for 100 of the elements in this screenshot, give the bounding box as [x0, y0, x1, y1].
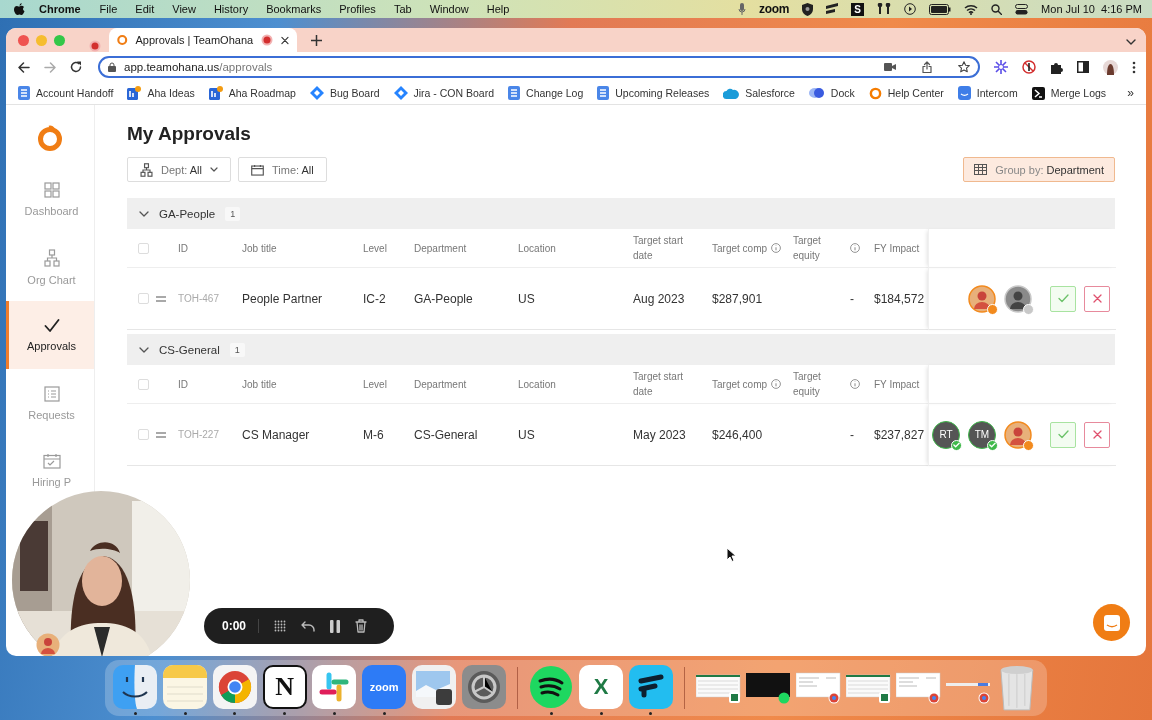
table-cell: People Partner — [242, 291, 323, 306]
app-menu[interactable]: Chrome — [25, 3, 91, 15]
undo-icon[interactable] — [301, 620, 316, 632]
list-icon — [43, 385, 60, 402]
recording-icon[interactable] — [89, 40, 101, 52]
window-thumbnail[interactable] — [696, 671, 743, 705]
app-status-icon[interactable]: S — [851, 2, 865, 16]
filter-button[interactable]: Dept: All — [127, 157, 231, 182]
bookmark[interactable]: Aha Ideas — [127, 86, 195, 100]
trash-icon[interactable] — [355, 619, 368, 633]
window-thumbnail[interactable] — [846, 671, 893, 705]
window-thumbnail[interactable] — [796, 671, 843, 705]
table-cell: - — [850, 427, 854, 442]
puzzle-icon[interactable] — [1050, 60, 1063, 74]
recording-time: 0:00 — [222, 619, 260, 633]
menu-item[interactable]: File — [90, 3, 127, 15]
arrow-app-icon[interactable] — [628, 665, 673, 709]
browser-tab[interactable]: Approvals | TeamOhana — [109, 28, 297, 52]
column-header: Department — [414, 377, 467, 392]
bookmark[interactable]: Dock — [808, 87, 855, 99]
control-center-icon[interactable] — [1015, 3, 1029, 15]
sidebar-item[interactable]: Approvals — [6, 301, 94, 369]
avatar-icon — [1004, 420, 1032, 449]
slack-icon[interactable] — [312, 665, 357, 709]
back-icon[interactable] — [18, 61, 30, 73]
menu-item[interactable]: History — [204, 3, 258, 15]
bookmark[interactable]: Help Center — [868, 86, 944, 100]
notion-icon[interactable]: N — [262, 665, 307, 709]
bookmark[interactable]: Account Handoff — [18, 86, 114, 100]
blocked-icon[interactable] — [1022, 60, 1036, 74]
column-header: Target start date — [633, 234, 685, 263]
table-cell: $184,572 — [874, 291, 925, 306]
starburst-icon[interactable] — [994, 60, 1008, 74]
new-tab-icon[interactable] — [311, 34, 322, 46]
menu-item[interactable]: Tab — [384, 3, 421, 15]
battery-icon[interactable] — [929, 3, 952, 15]
search-icon[interactable] — [991, 3, 1003, 15]
bookmark[interactable]: Intercom — [957, 86, 1018, 100]
microphone-icon[interactable] — [737, 3, 746, 15]
bookmark[interactable]: Bug Board — [309, 86, 380, 100]
bookmark[interactable]: Salesforce — [723, 87, 795, 99]
earbuds-icon[interactable] — [877, 3, 892, 15]
info-icon — [771, 243, 782, 253]
zoom-app-icon[interactable]: zoom — [362, 665, 407, 709]
menu-item[interactable]: Profiles — [330, 3, 385, 15]
drag-handle-icon[interactable] — [156, 295, 166, 302]
menu-item[interactable]: Bookmarks — [257, 3, 331, 15]
group-by-button[interactable]: Group by: Department — [963, 157, 1115, 182]
settings-icon[interactable] — [461, 665, 506, 709]
more-menu-icon[interactable] — [1132, 60, 1136, 74]
spotify-icon[interactable] — [529, 665, 574, 709]
drag-handle-icon[interactable] — [156, 431, 166, 438]
reload-icon[interactable] — [70, 61, 82, 73]
finder-icon[interactable] — [113, 665, 158, 709]
reject-button[interactable] — [1084, 421, 1110, 448]
chat-button[interactable] — [1093, 604, 1130, 641]
menu-item[interactable]: Window — [420, 3, 478, 15]
side-panel-icon[interactable] — [1077, 61, 1089, 73]
shield-icon[interactable] — [802, 2, 814, 16]
zoom-menu-item[interactable]: zoom — [758, 2, 790, 16]
table-cell: US — [518, 427, 535, 442]
pause-icon[interactable] — [329, 619, 342, 633]
bookmark[interactable]: Aha Roadmap — [208, 86, 296, 100]
address-bar[interactable]: app.teamohana.us/approvals — [98, 56, 980, 78]
profile-avatar-icon[interactable] — [1103, 59, 1118, 75]
star-icon[interactable] — [958, 61, 970, 73]
play-icon[interactable] — [904, 3, 917, 15]
column-header: Target equity — [793, 234, 822, 263]
preview-icon[interactable] — [411, 665, 456, 709]
close-window-button[interactable] — [18, 34, 29, 46]
table-cell: $246,400 — [712, 427, 763, 442]
camera-icon[interactable] — [884, 63, 896, 71]
clock[interactable]: Mon Jul 10 4:16 PM — [1041, 3, 1142, 15]
chat-icon — [957, 86, 971, 100]
chart-icon — [127, 86, 142, 100]
logo-icon[interactable] — [37, 125, 63, 151]
close-icon[interactable] — [281, 35, 289, 45]
share-icon[interactable] — [922, 61, 932, 73]
checkbox[interactable] — [138, 429, 149, 440]
bookmark[interactable]: Upcoming Releases — [597, 86, 710, 100]
menu-item[interactable]: Help — [477, 3, 519, 15]
checkbox[interactable] — [138, 293, 149, 304]
reject-button[interactable] — [1084, 285, 1110, 312]
bookmark[interactable]: Merge Logs — [1031, 86, 1107, 100]
menu-item[interactable]: Edit — [126, 3, 164, 15]
window-thumbnail[interactable] — [896, 671, 943, 705]
menu-item[interactable]: View — [163, 3, 205, 15]
apple-icon[interactable] — [14, 2, 25, 16]
filter-button[interactable]: Time: All — [238, 157, 327, 182]
checkbox[interactable] — [138, 378, 149, 390]
chrome-icon[interactable] — [212, 665, 257, 709]
chevron-down-icon[interactable] — [1126, 39, 1136, 45]
checkbox[interactable] — [138, 242, 149, 254]
window-thumbnail[interactable] — [746, 671, 793, 705]
bookmark[interactable]: Jira - CON Board — [393, 86, 495, 100]
bookmark[interactable]: Change Log — [508, 86, 584, 100]
excel-icon[interactable]: X — [579, 665, 624, 709]
bookmarks-overflow[interactable]: » — [1127, 86, 1134, 100]
wifi-icon[interactable] — [964, 3, 979, 15]
grid-dots-icon[interactable] — [273, 619, 288, 633]
